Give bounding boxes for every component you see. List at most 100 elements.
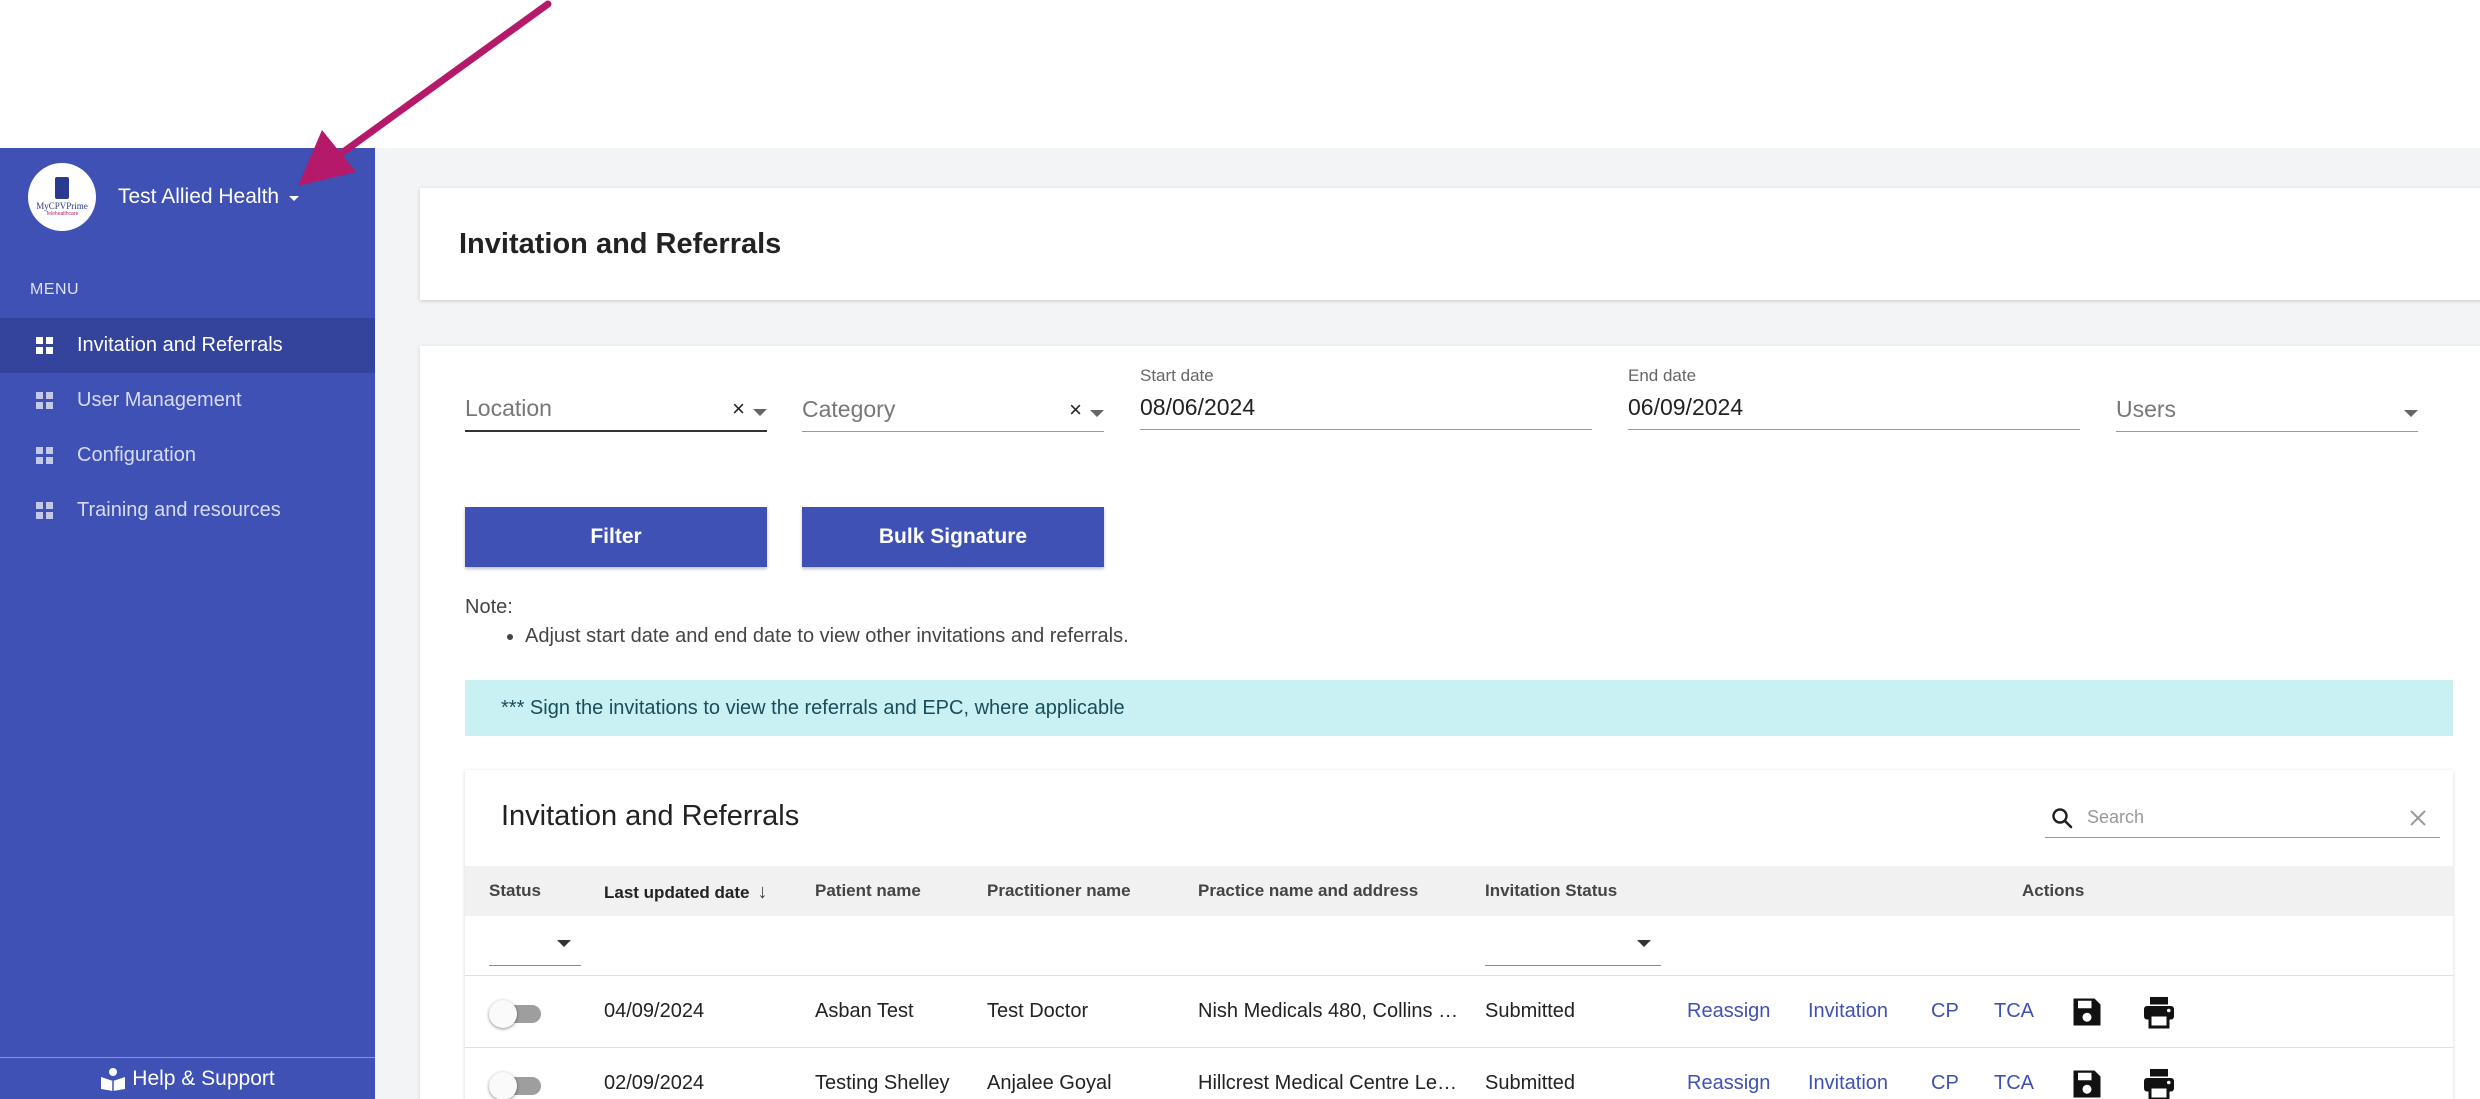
print-icon[interactable] — [2141, 1066, 2177, 1099]
sidebar-item-label: Training and resources — [77, 499, 281, 521]
content-card: Location × Category × Start date 08/06/2… — [420, 346, 2480, 1099]
sidebar: MyCPVPrime Telehealthcare Test Allied He… — [0, 148, 375, 1099]
patient-name: Testing Shelley — [815, 1072, 950, 1094]
start-date-label: Start date — [1140, 366, 1214, 385]
note-item: Adjust start date and end date to view o… — [525, 625, 1129, 648]
status-toggle[interactable] — [489, 1072, 545, 1099]
search-icon — [2052, 807, 2073, 828]
sidebar-nav: Invitation and Referrals User Management… — [0, 318, 375, 538]
note-list: Adjust start date and end date to view o… — [525, 625, 1129, 648]
page-header-card: Invitation and Referrals — [420, 188, 2480, 300]
save-icon[interactable] — [2069, 1066, 2105, 1099]
invitation-status: Submitted — [1485, 1000, 1576, 1022]
cp-link[interactable]: CP — [1931, 1072, 1959, 1095]
help-support-link[interactable]: Help & Support — [0, 1057, 375, 1099]
end-date-value[interactable]: 06/09/2024 — [1628, 394, 2080, 430]
practice-name-address: Nish Medicals 480, Collins Street, Melbo… — [1198, 1000, 1463, 1022]
column-header-practice: Practice name and address — [1198, 881, 1419, 900]
invitation-status-column-filter[interactable] — [1485, 928, 1661, 966]
last-updated-date: 04/09/2024 — [604, 1000, 705, 1022]
start-date-value[interactable]: 08/06/2024 — [1140, 394, 1592, 430]
column-header-last-updated[interactable]: Last updated date ↓ — [604, 881, 767, 904]
column-header-practitioner: Practitioner name — [987, 881, 1131, 900]
patient-name: Asban Test — [815, 1000, 914, 1022]
reassign-link[interactable]: Reassign — [1687, 1072, 1770, 1095]
table-search — [2045, 798, 2440, 838]
dashboard-icon — [36, 502, 53, 519]
dropdown-arrow-icon — [753, 409, 767, 416]
help-support-label: Help & Support — [132, 1066, 275, 1090]
sidebar-item-label: Invitation and Referrals — [77, 334, 283, 356]
dropdown-arrow-icon — [1090, 410, 1104, 417]
practice-name-address: Hillcrest Medical Centre Level 2, Melbou… — [1198, 1072, 1463, 1094]
organisation-switcher[interactable]: Test Allied Health — [118, 185, 300, 209]
table-row: 02/09/2024 Testing Shelley Anjalee Goyal… — [465, 1048, 2453, 1099]
menu-label: MENU — [30, 281, 80, 298]
page-title: Invitation and Referrals — [459, 228, 782, 260]
sidebar-item-label: Configuration — [77, 444, 196, 466]
top-bar — [0, 0, 2480, 148]
sidebar-item-invitation-and-referrals[interactable]: Invitation and Referrals — [0, 318, 375, 373]
table-row: 04/09/2024 Asban Test Test Doctor Nish M… — [465, 976, 2453, 1048]
note: Note: Adjust start date and end date to … — [465, 596, 1129, 648]
end-date-field[interactable]: End date 06/09/2024 — [1628, 366, 2080, 430]
status-toggle[interactable] — [489, 1000, 545, 1028]
dashboard-icon — [36, 447, 53, 464]
bulk-signature-button[interactable]: Bulk Signature — [802, 507, 1104, 567]
dashboard-icon — [36, 337, 53, 354]
invitation-status: Submitted — [1485, 1072, 1576, 1094]
end-date-label: End date — [1628, 366, 1697, 385]
sort-descending-icon[interactable]: ↓ — [757, 881, 767, 904]
clear-icon[interactable]: × — [1069, 397, 1082, 423]
dashboard-icon — [36, 392, 53, 409]
dropdown-arrow-icon — [557, 940, 571, 947]
book-icon — [101, 1067, 126, 1091]
category-placeholder: Category — [802, 396, 896, 422]
invitation-link[interactable]: Invitation — [1808, 1000, 1888, 1023]
location-placeholder: Location — [465, 395, 552, 421]
users-filter[interactable]: Users — [2116, 386, 2418, 432]
clear-icon[interactable]: × — [732, 396, 745, 422]
table-header: Status Last updated date ↓ Patient name P… — [465, 866, 2453, 916]
dropdown-arrow-icon — [2404, 410, 2418, 417]
sidebar-item-user-management[interactable]: User Management — [0, 373, 375, 428]
start-date-field[interactable]: Start date 08/06/2024 — [1140, 366, 1592, 430]
note-label: Note: — [465, 596, 513, 618]
sidebar-item-configuration[interactable]: Configuration — [0, 428, 375, 483]
logo-subtext: Telehealthcare — [45, 211, 79, 217]
logo-text: MyCPVPrime — [36, 201, 88, 211]
column-header-patient: Patient name — [815, 881, 921, 900]
organisation-name: Test Allied Health — [118, 185, 280, 208]
reassign-link[interactable]: Reassign — [1687, 1000, 1770, 1023]
brand[interactable]: MyCPVPrime Telehealthcare Test Allied He… — [28, 162, 300, 232]
save-icon[interactable] — [2069, 994, 2105, 1030]
column-header-actions: Actions — [2022, 881, 2085, 900]
column-header-label: Last updated date — [604, 883, 750, 902]
column-filter-row — [465, 916, 2453, 976]
info-alert: *** Sign the invitations to view the ref… — [465, 680, 2453, 736]
invitation-link[interactable]: Invitation — [1808, 1072, 1888, 1095]
sidebar-item-label: User Management — [77, 389, 242, 411]
logo-mark-icon — [55, 177, 69, 199]
table-title: Invitation and Referrals — [501, 800, 800, 832]
brand-logo: MyCPVPrime Telehealthcare — [28, 163, 96, 231]
status-column-filter[interactable] — [489, 928, 581, 966]
search-input[interactable] — [2087, 807, 2408, 828]
tca-link[interactable]: TCA — [1994, 1000, 2034, 1023]
sidebar-item-training-and-resources[interactable]: Training and resources — [0, 483, 375, 538]
referrals-table-card: Invitation and Referrals Status Last upd… — [465, 770, 2453, 1099]
column-header-status: Status — [489, 881, 541, 900]
print-icon[interactable] — [2141, 994, 2177, 1030]
practitioner-name: Anjalee Goyal — [987, 1072, 1112, 1094]
location-filter[interactable]: Location × — [465, 386, 767, 432]
close-icon[interactable] — [2408, 808, 2428, 828]
tca-link[interactable]: TCA — [1994, 1072, 2034, 1095]
filter-button[interactable]: Filter — [465, 507, 767, 567]
last-updated-date: 02/09/2024 — [604, 1072, 705, 1094]
main-content: Invitation and Referrals Location × Cate… — [375, 148, 2480, 1099]
users-placeholder: Users — [2116, 396, 2177, 422]
category-filter[interactable]: Category × — [802, 386, 1104, 432]
cp-link[interactable]: CP — [1931, 1000, 1959, 1023]
column-header-invitation-status: Invitation Status — [1485, 881, 1618, 900]
caret-down-icon — [289, 195, 300, 201]
